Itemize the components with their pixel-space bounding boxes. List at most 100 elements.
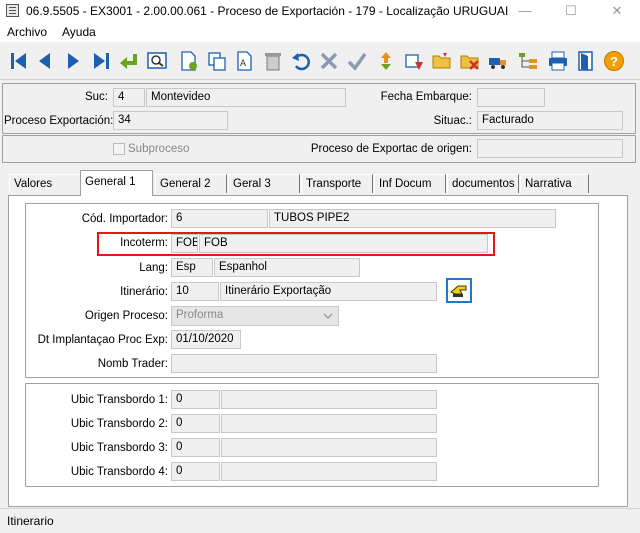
sort-button[interactable] — [374, 48, 398, 74]
chevron-down-icon — [323, 313, 333, 319]
status-text: Itinerario — [7, 514, 54, 528]
return-button[interactable] — [117, 48, 141, 74]
maximize-button[interactable]: ☐ — [548, 0, 594, 22]
toolbar: A ? — [0, 42, 640, 80]
app-icon — [6, 4, 19, 17]
dt-implantacao-label: Dt Implantaçao Proc Exp: — [37, 334, 168, 346]
return-icon — [120, 54, 137, 69]
suc-label: Suc: — [84, 91, 108, 103]
status-bar: Itinerario — [0, 508, 640, 533]
importador-code-field[interactable]: 6 — [171, 209, 268, 228]
title-bar: 06.9.5505 - EX3001 - 2.00.00.061 - Proce… — [0, 0, 640, 22]
importador-name-field: TUBOS PIPE2 — [269, 209, 556, 228]
edit-icon: A — [237, 51, 252, 71]
menu-ayuda[interactable]: Ayuda — [62, 25, 96, 39]
help-button[interactable]: ? — [602, 48, 626, 74]
origen-proceso-select[interactable]: Proforma — [171, 306, 339, 326]
copy-icon — [208, 52, 226, 71]
transbordo-1-code-field[interactable]: 0 — [171, 390, 220, 409]
search-button[interactable] — [145, 48, 169, 74]
tab-general-1[interactable]: General 1 — [80, 170, 153, 196]
previous-record-button[interactable] — [33, 48, 57, 74]
tab-geral-3[interactable]: Geral 3 — [228, 174, 300, 193]
edit-button[interactable]: A — [233, 48, 257, 74]
menu-archivo[interactable]: Archivo — [7, 25, 47, 39]
importador-label: Cód. Importador: — [81, 213, 168, 225]
proceso-exportacion-field[interactable]: 34 — [113, 111, 228, 130]
prev-icon — [39, 53, 50, 69]
minimize-button[interactable]: — — [502, 0, 548, 22]
transfer-button[interactable] — [402, 48, 426, 74]
transbordo-3-code-field[interactable]: 0 — [171, 438, 220, 457]
transfer-icon — [405, 54, 423, 70]
suc-name-field: Montevideo — [146, 88, 346, 107]
exit-icon — [578, 51, 593, 71]
itinerario-name-field: Itinerário Exportação — [220, 282, 437, 301]
situac-label: Situac.: — [433, 115, 472, 127]
copy-button[interactable] — [205, 48, 229, 74]
help-icon: ? — [604, 51, 624, 71]
hand-pointer-icon — [450, 285, 467, 297]
dt-implantacao-field[interactable]: 01/10/2020 — [171, 330, 241, 349]
proceso-exportacion-label: Proceso Exportación: — [4, 115, 114, 127]
itinerario-lookup-button[interactable] — [446, 278, 472, 303]
proceso-origen-label: Proceso de Exportac de origen: — [310, 143, 472, 155]
transbordo-1-name-field — [221, 390, 437, 409]
undo-icon — [292, 53, 310, 71]
last-record-button[interactable] — [89, 48, 113, 74]
tree-icon — [519, 53, 537, 69]
transbordo-3-label: Ubic Transbordo 3: — [70, 442, 168, 454]
new-button[interactable] — [177, 48, 201, 74]
undo-button[interactable] — [289, 48, 313, 74]
tree-button[interactable] — [516, 48, 540, 74]
exit-button[interactable] — [574, 48, 598, 74]
transbordo-2-code-field[interactable]: 0 — [171, 414, 220, 433]
suc-code-field[interactable]: 4 — [113, 88, 145, 107]
incoterm-name-field: FOB — [199, 234, 488, 253]
next-icon — [68, 53, 79, 69]
tab-documentos[interactable]: documentos — [447, 174, 519, 193]
truck-icon — [489, 58, 506, 69]
print-icon — [549, 51, 567, 71]
tab-general-2[interactable]: General 2 — [155, 174, 227, 193]
delete-folder-icon — [460, 55, 479, 70]
itinerario-code-field[interactable]: 10 — [171, 282, 219, 301]
folder-icon — [432, 53, 451, 69]
print-button[interactable] — [546, 48, 570, 74]
close-button[interactable]: ✕ — [594, 0, 640, 22]
lang-code-field[interactable]: Esp — [171, 258, 213, 277]
delete-button[interactable] — [261, 48, 285, 74]
menu-bar: Archivo Ayuda — [0, 22, 640, 42]
first-record-button[interactable] — [7, 48, 31, 74]
first-icon — [11, 53, 26, 69]
tab-valores[interactable]: Valores — [9, 174, 81, 193]
last-icon — [94, 53, 109, 69]
tab-narrativa[interactable]: Narrativa — [520, 174, 589, 193]
proceso-origen-field[interactable] — [477, 139, 623, 158]
situac-field: Facturado — [477, 111, 623, 130]
subproceso-checkbox[interactable] — [113, 143, 125, 155]
truck-button[interactable] — [486, 48, 510, 74]
origen-proceso-label: Origen Proceso: — [84, 310, 168, 322]
cancel-icon — [320, 52, 338, 70]
origen-proceso-value: Proforma — [176, 309, 224, 321]
next-record-button[interactable] — [61, 48, 85, 74]
tab-inf-docum[interactable]: Inf Docum — [374, 174, 446, 193]
folder-button[interactable] — [430, 48, 454, 74]
tab-transporte[interactable]: Transporte — [301, 174, 373, 193]
fecha-embarque-field[interactable] — [477, 88, 545, 107]
transbordo-4-label: Ubic Transbordo 4: — [70, 466, 168, 478]
fecha-embarque-label: Fecha Embarque: — [380, 91, 472, 103]
confirm-button[interactable] — [345, 48, 369, 74]
nomb-trader-field[interactable] — [171, 354, 437, 373]
transbordo-2-label: Ubic Transbordo 2: — [70, 418, 168, 430]
transbordo-4-code-field[interactable]: 0 — [171, 462, 220, 481]
delete-folder-button[interactable] — [458, 48, 482, 74]
incoterm-label: Incoterm: — [120, 237, 168, 249]
incoterm-code-field[interactable]: FOB — [171, 234, 198, 253]
confirm-icon — [347, 52, 367, 71]
window-title: 06.9.5505 - EX3001 - 2.00.00.061 - Proce… — [26, 4, 509, 18]
transbordo-2-name-field — [221, 414, 437, 433]
cancel-button[interactable] — [317, 48, 341, 74]
subproceso-label: Subproceso — [128, 143, 190, 155]
